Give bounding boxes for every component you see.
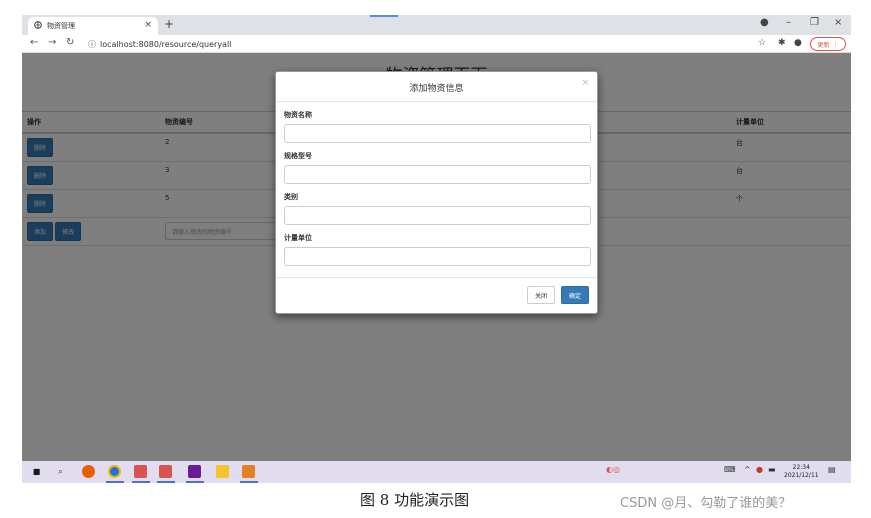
network-icon[interactable]: ● bbox=[756, 465, 763, 474]
search-icon[interactable]: ⌕ bbox=[54, 465, 67, 478]
unit-input[interactable] bbox=[284, 247, 591, 266]
back-icon[interactable]: ← bbox=[30, 37, 38, 48]
update-button[interactable]: 更新 ⋮ bbox=[810, 37, 846, 51]
clock-date: 2021/12/11 bbox=[784, 472, 819, 479]
tab-drag-indicator bbox=[370, 15, 398, 17]
battery-icon[interactable]: ▬ bbox=[768, 465, 776, 474]
unit-label: 计量单位 bbox=[284, 234, 312, 242]
tab-title: 物资管理 bbox=[47, 22, 75, 30]
account-icon[interactable]: ● bbox=[794, 38, 802, 48]
clock-time: 22:34 bbox=[792, 464, 810, 471]
url-text: localhost:8080/resource/queryall bbox=[100, 40, 232, 49]
globe-icon bbox=[34, 21, 42, 31]
form-group: 类别 bbox=[284, 192, 591, 225]
figure-caption: 图 8 功能演示图 bbox=[360, 491, 470, 509]
category-input[interactable] bbox=[284, 206, 591, 225]
confirm-button[interactable]: 确定 bbox=[560, 286, 589, 304]
close-window-icon[interactable]: × bbox=[834, 17, 842, 28]
address-bar: ← → ↻ ⓘ localhost:8080/resource/queryall… bbox=[22, 35, 851, 53]
modal-body: 物资名称 规格型号 类别 计量单位 bbox=[276, 102, 597, 266]
chrome-icon[interactable] bbox=[108, 465, 121, 478]
form-group: 规格型号 bbox=[284, 151, 591, 184]
windows-start-icon[interactable]: ■ bbox=[30, 465, 43, 478]
folder-icon[interactable] bbox=[216, 465, 229, 478]
forward-icon[interactable]: → bbox=[48, 37, 56, 48]
new-tab-icon[interactable]: + bbox=[164, 17, 174, 31]
notification-icon[interactable]: ▤ bbox=[828, 465, 836, 474]
keyboard-icon[interactable]: ⌨ bbox=[724, 465, 736, 474]
form-group: 物资名称 bbox=[284, 110, 591, 143]
category-label: 类别 bbox=[284, 193, 298, 201]
info-icon: ⓘ bbox=[88, 40, 96, 49]
system-clock[interactable]: 22:34 2021/12/11 bbox=[784, 464, 819, 480]
app-icon[interactable] bbox=[242, 465, 255, 478]
close-tab-icon[interactable]: × bbox=[144, 20, 152, 30]
screenshot-frame: 物资管理 × + ● – ❐ × ← → ↻ ⓘ localhost:8080/… bbox=[22, 15, 851, 483]
star-icon[interactable]: ☆ bbox=[758, 38, 766, 48]
modal-title: 添加物资信息 bbox=[409, 84, 464, 94]
minimize-icon[interactable]: – bbox=[786, 17, 791, 28]
profile-circle-icon[interactable]: ● bbox=[760, 17, 769, 28]
extensions-icon[interactable]: ✱ bbox=[778, 38, 786, 48]
update-label: 更新 bbox=[817, 41, 830, 49]
form-group: 计量单位 bbox=[284, 233, 591, 266]
spec-model-label: 规格型号 bbox=[284, 152, 312, 160]
reload-icon[interactable]: ↻ bbox=[66, 37, 74, 48]
windows-taskbar: ■ ⌕ ◐◎ ⌨ ^ ● ▬ 22:34 2021/12/11 ▤ bbox=[22, 461, 851, 483]
url-field[interactable]: ⓘ localhost:8080/resource/queryall bbox=[88, 39, 231, 50]
browser-tab-strip: 物资管理 × + ● – ❐ × bbox=[22, 15, 851, 35]
restore-icon[interactable]: ❐ bbox=[810, 17, 819, 28]
resource-name-label: 物资名称 bbox=[284, 111, 312, 119]
spec-model-input[interactable] bbox=[284, 165, 591, 184]
resource-name-input[interactable] bbox=[284, 124, 591, 143]
ide-icon[interactable] bbox=[188, 465, 201, 478]
modal-header: 添加物资信息 × bbox=[276, 72, 597, 102]
more-menu-icon: ⋮ bbox=[832, 40, 839, 48]
firefox-icon[interactable] bbox=[82, 465, 95, 478]
add-resource-modal: 添加物资信息 × 物资名称 规格型号 类别 计量单位 关闭 确定 bbox=[275, 71, 598, 314]
browser-tab[interactable]: 物资管理 × bbox=[28, 17, 158, 35]
tray-app-icon[interactable]: ◐◎ bbox=[606, 465, 620, 474]
modal-footer: 关闭 确定 bbox=[276, 277, 597, 313]
tray-overflow-icon[interactable]: ^ bbox=[744, 465, 751, 474]
csdn-watermark: CSDN @月、勾勒了谁的美？ bbox=[620, 496, 792, 511]
app-icon[interactable] bbox=[134, 465, 147, 478]
close-button[interactable]: 关闭 bbox=[526, 286, 555, 304]
app-icon[interactable] bbox=[159, 465, 172, 478]
close-icon[interactable]: × bbox=[581, 78, 589, 88]
